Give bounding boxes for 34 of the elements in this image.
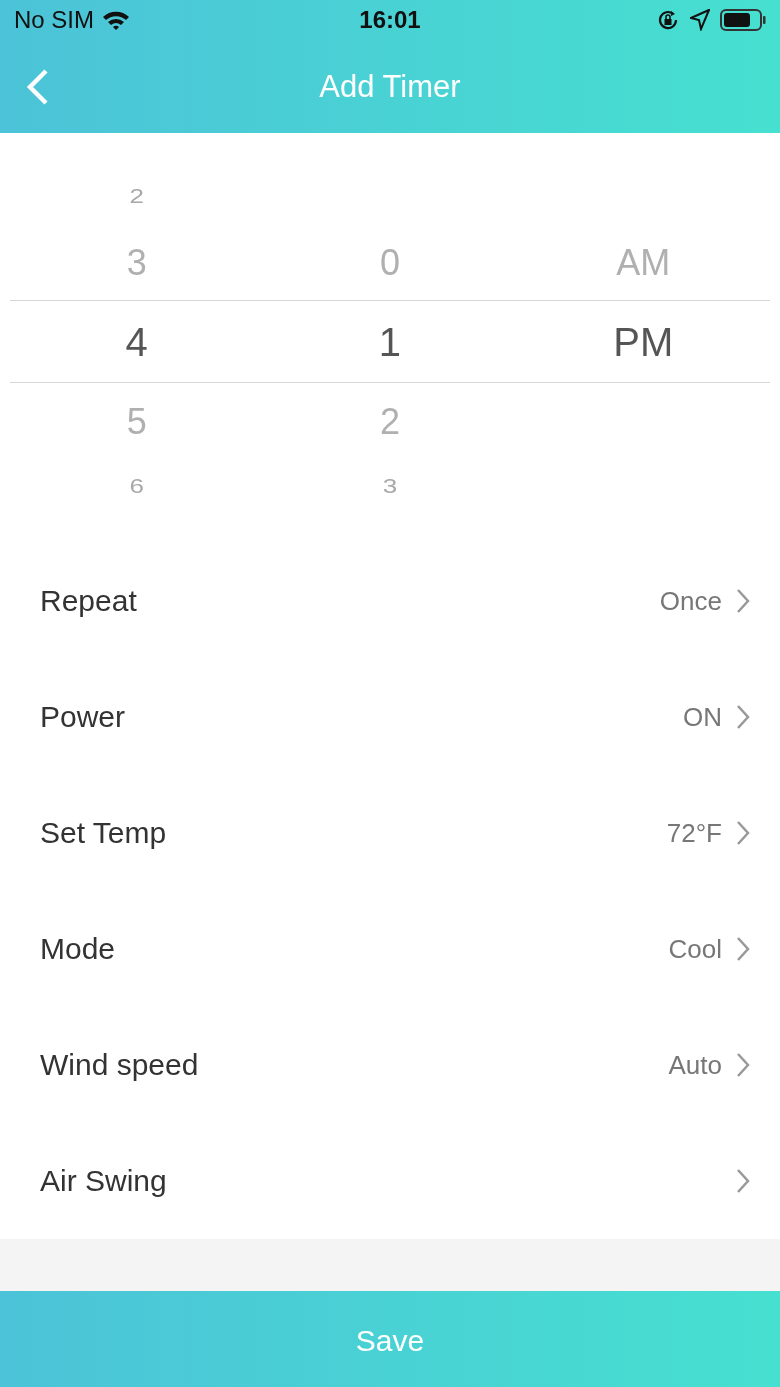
chevron-icon [736, 588, 750, 614]
settings-row[interactable]: Repeat Once [0, 543, 780, 659]
chevron-icon [736, 704, 750, 730]
settings-row[interactable]: Air Swing [0, 1123, 780, 1239]
carrier: No SIM [14, 6, 94, 34]
settings-row[interactable]: Set Temp 72°F [0, 775, 780, 891]
settings-row[interactable]: Power ON [0, 659, 780, 775]
setting-label: Set Temp [40, 816, 168, 850]
chevron-icon [736, 936, 750, 962]
location-icon [690, 9, 710, 31]
wifi-icon [102, 10, 130, 30]
chevron-icon [736, 820, 750, 846]
picker-option[interactable]: 4 [125, 321, 148, 362]
chevron-icon [736, 1168, 750, 1194]
chevron-icon [736, 1052, 750, 1078]
back-button[interactable] [24, 66, 50, 107]
setting-label: Wind speed [40, 1048, 200, 1082]
setting-label: Air Swing [40, 1164, 168, 1198]
setting-label: Power [40, 700, 127, 734]
clock: 16:01 [359, 6, 421, 33]
setting-value: Cool [668, 933, 722, 965]
page-title: Add Timer [319, 68, 461, 105]
setting-label: Mode [40, 932, 117, 966]
setting-label: Repeat [40, 584, 138, 618]
settings-row[interactable]: Mode Cool [0, 891, 780, 1007]
settings-row[interactable]: Wind speed Auto [0, 1007, 780, 1123]
picker-option[interactable]: PM [613, 321, 674, 362]
rotation-lock-icon [656, 8, 680, 32]
setting-value: ON [683, 701, 722, 733]
setting-value: 72°F [666, 817, 722, 849]
picker-option[interactable]: 1 [378, 321, 402, 362]
setting-value: Once [659, 585, 722, 617]
battery-icon [720, 8, 766, 32]
setting-value: Auto [668, 1049, 722, 1081]
